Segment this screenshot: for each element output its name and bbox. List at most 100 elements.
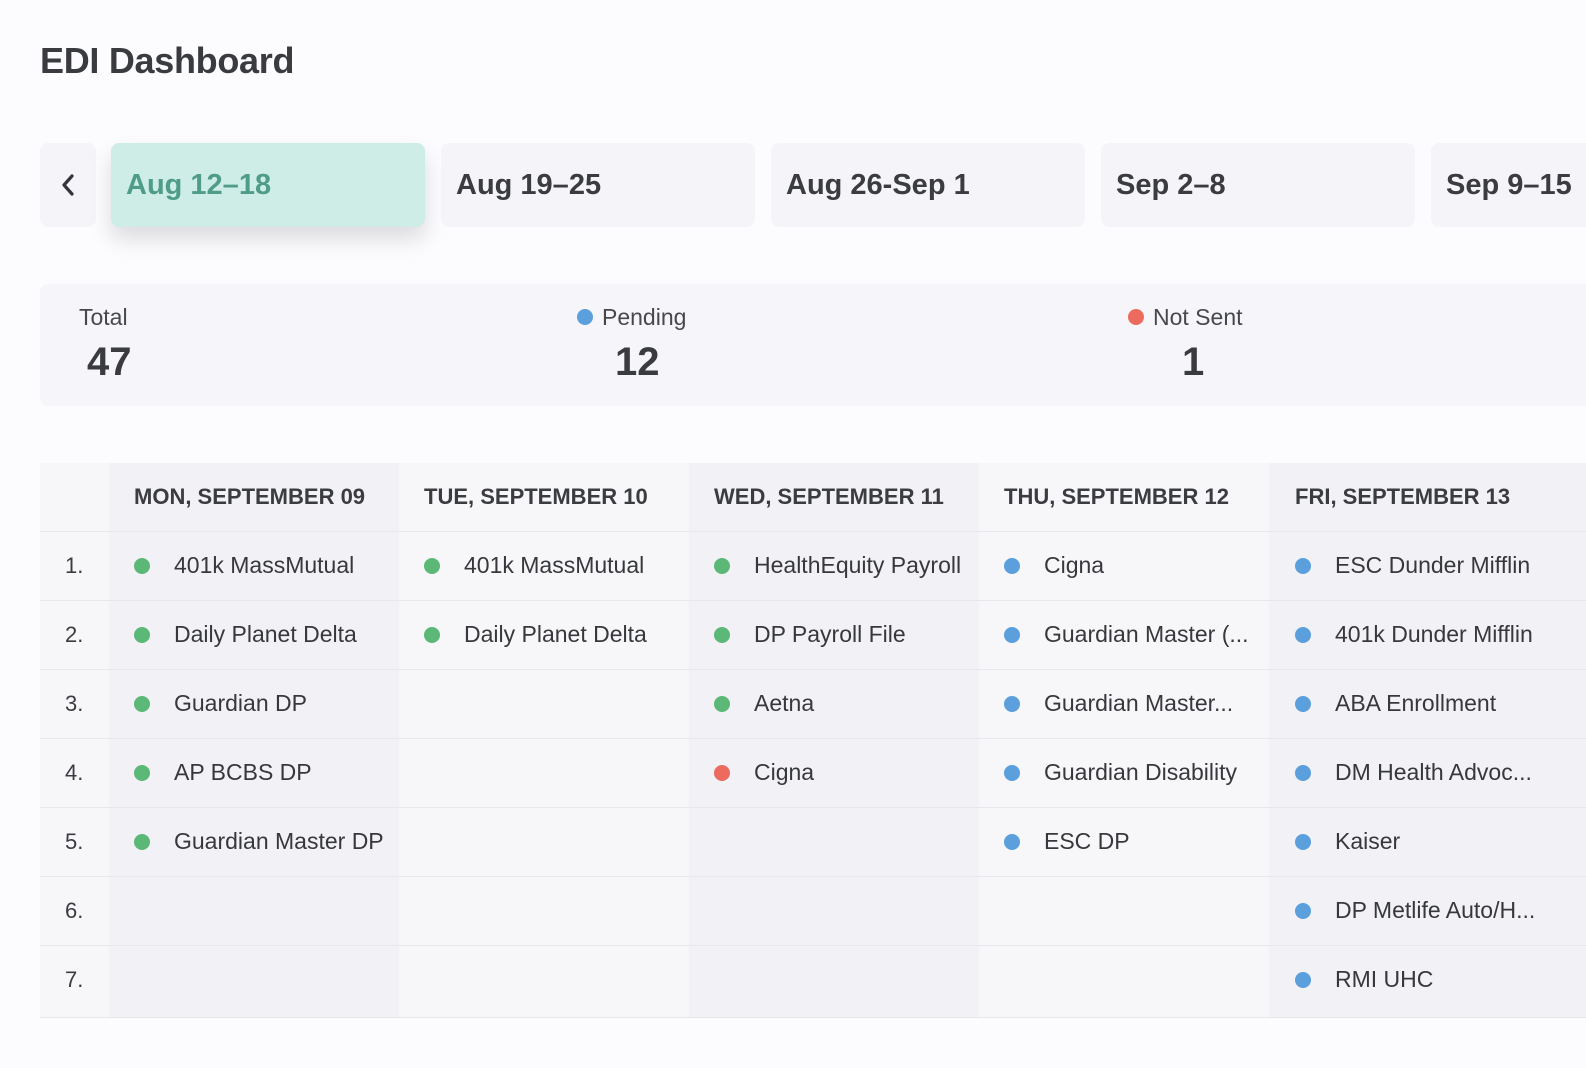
status-dot-icon [134,626,150,643]
table-row: 4. AP BCBS DP Cigna Guardian Disability DM H… [40,738,1586,808]
schedule-item[interactable]: Guardian Disability [1004,738,1237,807]
status-dot-icon [1295,695,1311,712]
row-number: 4. [65,760,84,785]
week-tab-aug-19-25[interactable]: Aug 19–25 [441,143,755,227]
schedule-item-label: HealthEquity Payroll [754,552,962,578]
schedule-item-label: RMI UHC [1335,966,1434,992]
schedule-item-label: Cigna [1044,552,1105,578]
status-dot-icon [1295,626,1311,643]
status-dot-icon [1004,557,1020,574]
schedule-item[interactable]: Guardian Master (... [1004,600,1249,669]
schedule-item-label: ESC DP [1044,828,1130,854]
status-dot-icon [424,557,440,574]
schedule-item[interactable]: Cigna [714,738,814,807]
status-dot-icon [134,557,150,574]
status-dot-icon [1004,626,1020,643]
schedule-item[interactable]: Daily Planet Delta [424,600,647,669]
schedule-item[interactable]: 401k Dunder Mifflin [1295,600,1533,669]
row-number: 1. [65,553,84,578]
status-dot-icon [424,626,440,643]
schedule-item-label: Guardian Disability [1044,759,1238,785]
schedule-item-label: Daily Planet Delta [174,621,357,647]
pending-label: Pending [602,303,687,330]
schedule-item-label: ABA Enrollment [1335,690,1497,716]
schedule-item[interactable]: 401k MassMutual [134,531,354,600]
status-dot-icon [1004,833,1020,850]
schedule-item[interactable]: 401k MassMutual [424,531,644,600]
schedule-item[interactable]: ESC Dunder Mifflin [1295,531,1530,600]
schedule-item-label: DM Health Advoc... [1335,759,1532,785]
schedule-item-label: Cigna [754,759,815,785]
day-header: MON, SEPTEMBER 09 [134,484,366,509]
schedule-item[interactable]: AP BCBS DP [134,738,312,807]
total-label: Total [79,303,128,330]
total-value: 47 [87,340,132,384]
previous-week-button[interactable] [40,143,96,227]
schedule-item-label: 401k Dunder Mifflin [1335,621,1533,647]
page-title: EDI Dashboard [40,40,295,81]
week-selector: Aug 12–18 Aug 19–25 Aug 26-Sep 1 Sep 2–8… [40,143,1586,227]
schedule-item-label: DP Metlife Auto/H... [1335,897,1536,923]
schedule-item[interactable]: DP Payroll File [714,600,906,669]
schedule-item-label: Aetna [754,690,815,716]
schedule-item-label: Daily Planet Delta [464,621,647,647]
table-header-row: MON, SEPTEMBER 09 TUE, SEPTEMBER 10 WED, S… [40,463,1586,532]
schedule-item[interactable]: DM Health Advoc... [1295,738,1532,807]
week-tab-aug-12-18[interactable]: Aug 12–18 [111,143,425,227]
status-dot-icon [714,626,730,643]
status-dot-icon [1295,557,1311,574]
day-header: THU, SEPTEMBER 12 [1004,484,1229,509]
week-tab-aug-26-sep-1[interactable]: Aug 26-Sep 1 [771,143,1085,227]
schedule-item[interactable]: Kaiser [1295,807,1400,876]
not-sent-status-dot-icon [1128,309,1144,325]
status-dot-icon [714,764,730,781]
schedule-item[interactable]: Cigna [1004,531,1104,600]
day-header: TUE, SEPTEMBER 10 [424,484,648,509]
schedule-item-label: Guardian Master (... [1044,621,1249,647]
schedule-item-label: DP Payroll File [754,621,906,647]
summary-panel: Total 47 Pending 12 Not Sent 1 [40,284,1586,406]
table-row: 3. Guardian DP Aetna Guardian Master... ABA … [40,669,1586,739]
chevron-left-icon [62,174,74,196]
table-row: 5. Guardian Master DP ESC DP Kaiser [40,807,1586,877]
row-number: 6. [65,898,84,923]
schedule-item[interactable]: Guardian Master DP [134,807,384,876]
day-header: WED, SEPTEMBER 11 [714,484,944,509]
status-dot-icon [1295,764,1311,781]
pending-stat: Pending 12 [577,304,686,385]
table-row: 6. DP Metlife Auto/H... [40,876,1586,946]
schedule-item[interactable]: Daily Planet Delta [134,600,357,669]
row-number: 2. [65,622,84,647]
row-number: 3. [65,691,84,716]
table-row: 7. RMI UHC [40,945,1586,1014]
schedule-item-label: Guardian Master DP [174,828,384,854]
schedule-item[interactable]: Guardian DP [134,669,307,738]
week-tab-sep-9-15[interactable]: Sep 9–15 [1431,143,1586,227]
schedule-item-label: Guardian DP [174,690,307,716]
not-sent-value: 1 [1182,340,1205,384]
status-dot-icon [134,695,150,712]
schedule-item[interactable]: Guardian Master... [1004,669,1233,738]
table-row: 2. Daily Planet Delta Daily Planet Delta DP… [40,600,1586,670]
total-stat: Total 47 [79,304,132,385]
schedule-item-label: Kaiser [1335,828,1401,854]
not-sent-stat: Not Sent 1 [1128,304,1243,385]
week-tab-sep-2-8[interactable]: Sep 2–8 [1101,143,1415,227]
schedule-item-label: 401k MassMutual [174,552,355,578]
schedule-item-label: 401k MassMutual [464,552,645,578]
status-dot-icon [714,695,730,712]
schedule-item[interactable]: ABA Enrollment [1295,669,1496,738]
schedule-item-label: ESC Dunder Mifflin [1335,552,1531,578]
table-row: 1. 401k MassMutual 401k MassMutual HealthEq… [40,531,1586,601]
schedule-item[interactable]: HealthEquity Payroll [714,531,961,600]
schedule-item[interactable]: ESC DP [1004,807,1130,876]
edi-dashboard-page: EDI Dashboard Aug 12–18 Aug 19–25 Aug 26… [0,0,1586,1068]
weekly-schedule-table: MON, SEPTEMBER 09 TUE, SEPTEMBER 10 WED, S… [40,463,1586,1018]
status-dot-icon [1295,971,1311,988]
schedule-item[interactable]: Aetna [714,669,814,738]
not-sent-label: Not Sent [1153,303,1243,330]
schedule-item[interactable]: RMI UHC [1295,945,1433,1014]
status-dot-icon [714,557,730,574]
schedule-item[interactable]: DP Metlife Auto/H... [1295,876,1535,945]
status-dot-icon [1004,695,1020,712]
